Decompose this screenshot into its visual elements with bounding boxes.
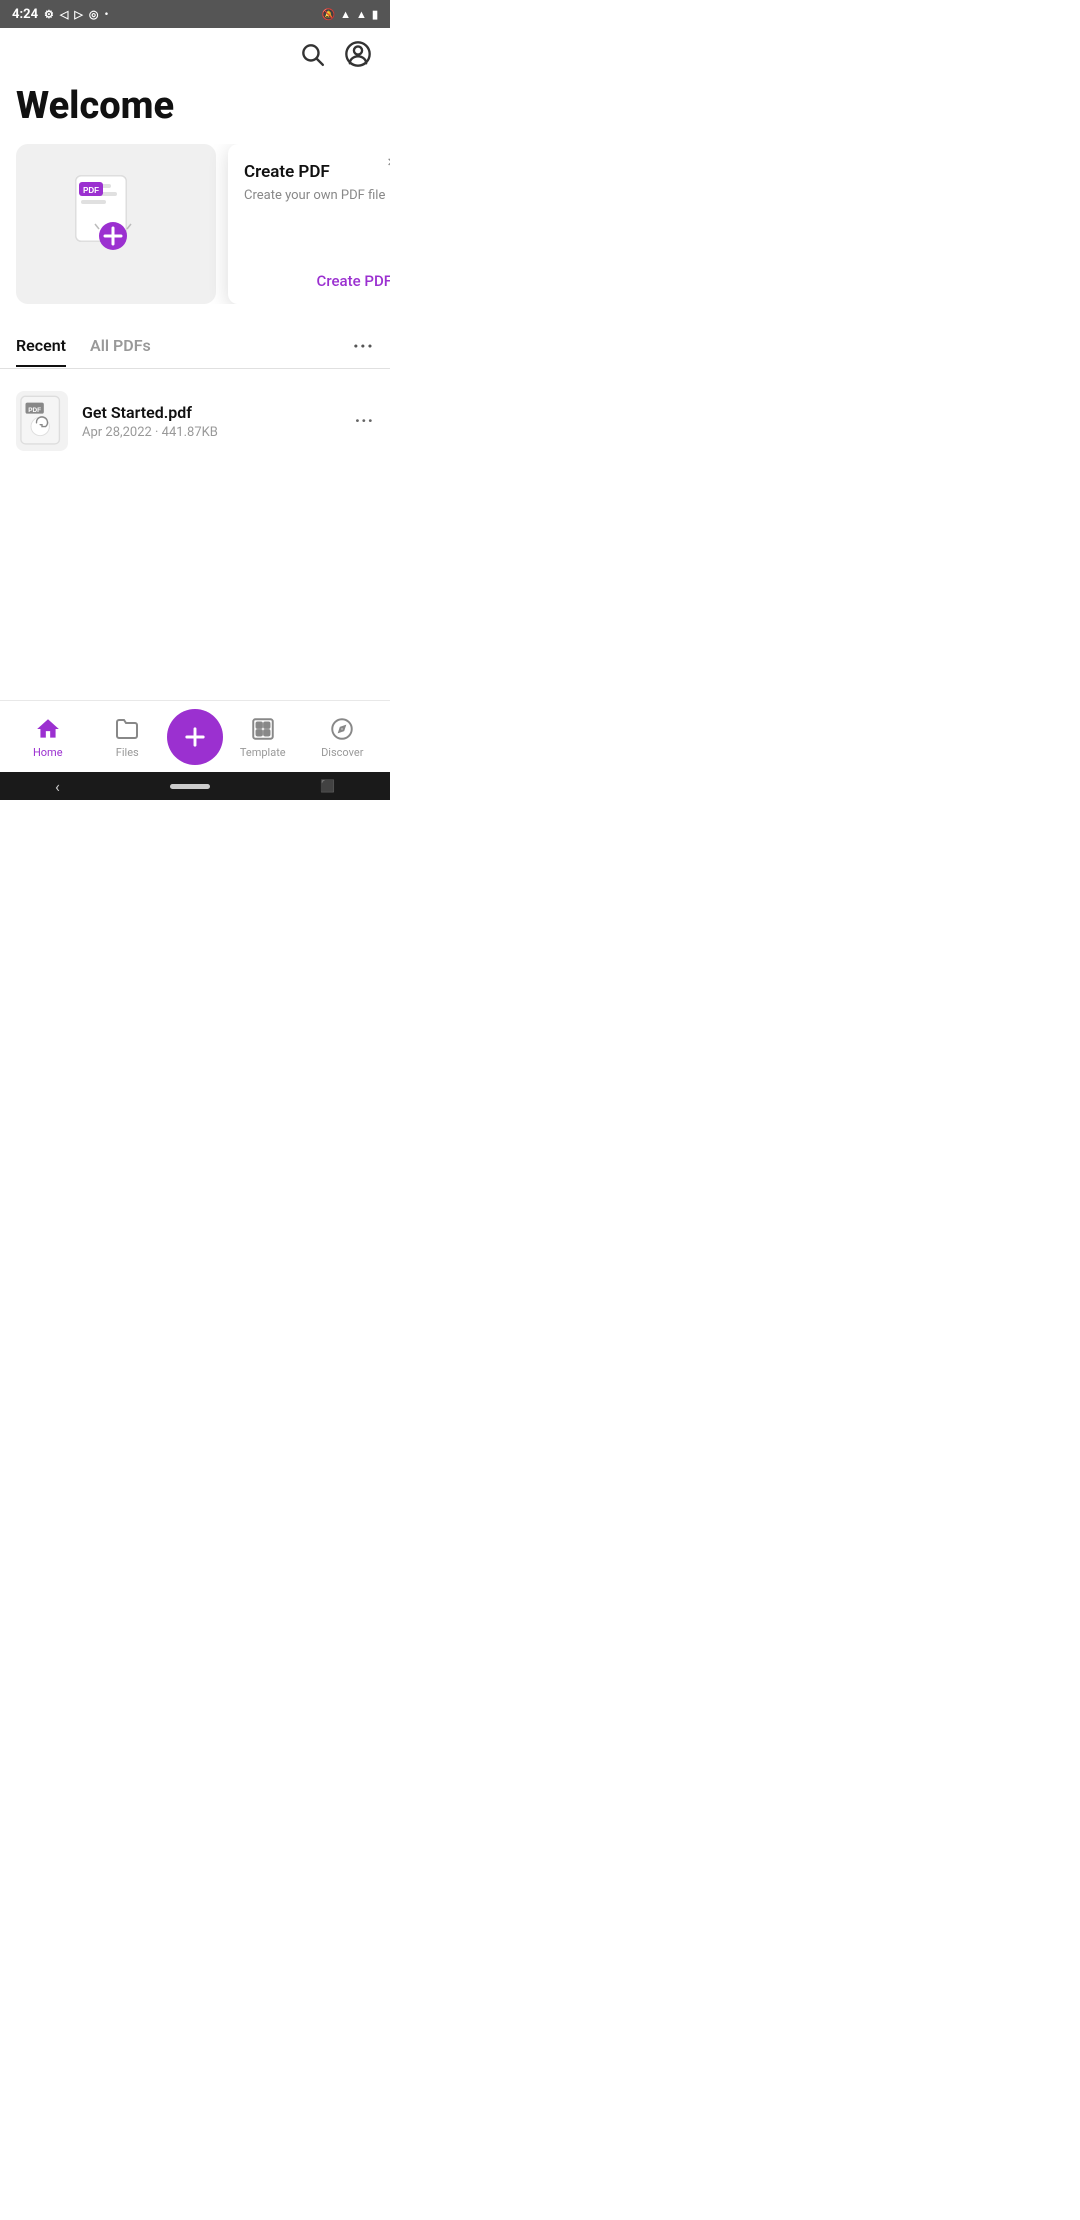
location-off-icon: ◁ [60, 8, 68, 21]
tooltip-title: Create PDF [244, 162, 390, 182]
nav-files[interactable]: Files [88, 715, 168, 759]
search-button[interactable] [296, 38, 328, 70]
battery-icon: ▮ [372, 8, 378, 21]
file-name: Get Started.pdf [82, 403, 341, 422]
tooltip-popup: × Create PDF Create your own PDF file Cr… [228, 144, 390, 304]
nav-discover-label: Discover [321, 746, 363, 759]
tabs-more-button[interactable]: ··· [353, 334, 374, 368]
settings-status-icon: ⚙ [44, 8, 54, 21]
nav-fab-button[interactable] [167, 709, 223, 765]
wifi-icon: ▲ [340, 8, 351, 21]
system-nav-bar: ‹ ⬛ [0, 772, 390, 800]
dot-icon: • [104, 8, 108, 21]
header [0, 28, 390, 80]
files-icon [113, 715, 141, 743]
table-row[interactable]: PDF Get Started.pdf Apr 28,2022 · 441.87… [16, 379, 374, 463]
back-button[interactable]: ‹ [55, 777, 60, 796]
create-pdf-illustration: PDF [71, 174, 161, 274]
tooltip-action-button[interactable]: Create PDF [317, 272, 390, 290]
file-more-button[interactable]: ··· [355, 411, 374, 432]
nav-home-label: Home [33, 746, 63, 759]
status-bar: 4:24 ⚙ ◁ ▷ ◎ • 🔕 ▲ ▲ ▮ [0, 0, 390, 28]
tab-recent[interactable]: Recent [16, 336, 66, 367]
file-icon: PDF [16, 391, 68, 451]
home-pill[interactable] [170, 784, 210, 789]
recents-button[interactable]: ⬛ [320, 779, 335, 793]
tooltip-close-button[interactable]: × [387, 154, 390, 170]
send-icon: ▷ [74, 8, 82, 21]
file-meta-separator: · [155, 425, 162, 440]
file-meta: Apr 28,2022 · 441.87KB [82, 425, 341, 440]
svg-text:PDF: PDF [83, 186, 99, 195]
discover-nav-icon [328, 715, 356, 743]
nav-template[interactable]: Template [223, 715, 303, 759]
svg-text:PDF: PDF [28, 407, 41, 414]
nav-discover[interactable]: Discover [303, 715, 383, 759]
tab-all-pdfs[interactable]: All PDFs [90, 336, 151, 367]
file-list: PDF Get Started.pdf Apr 28,2022 · 441.87… [0, 369, 390, 473]
template-icon [249, 715, 277, 743]
signal-icon: ▲ [356, 8, 367, 21]
carousel: PDF × Create PDF Create your own PDF fil… [0, 144, 390, 304]
tabs-row: Recent All PDFs ··· [0, 318, 390, 369]
nav-home[interactable]: Home [8, 715, 88, 759]
whatsapp-icon: ◎ [89, 8, 99, 21]
bottom-nav: Home Files Template [0, 700, 390, 772]
file-date: Apr 28,2022 [82, 425, 152, 440]
home-icon [34, 715, 62, 743]
file-size: 441.87KB [162, 425, 218, 440]
nav-template-label: Template [240, 746, 286, 759]
profile-button[interactable] [342, 38, 374, 70]
mute-icon: 🔕 [321, 8, 335, 21]
create-pdf-card[interactable]: PDF [16, 144, 216, 304]
page-title: Welcome [0, 80, 390, 144]
file-info: Get Started.pdf Apr 28,2022 · 441.87KB [82, 403, 341, 440]
tooltip-description: Create your own PDF file [244, 188, 390, 203]
status-time: 4:24 [12, 7, 38, 22]
nav-files-label: Files [116, 746, 139, 759]
